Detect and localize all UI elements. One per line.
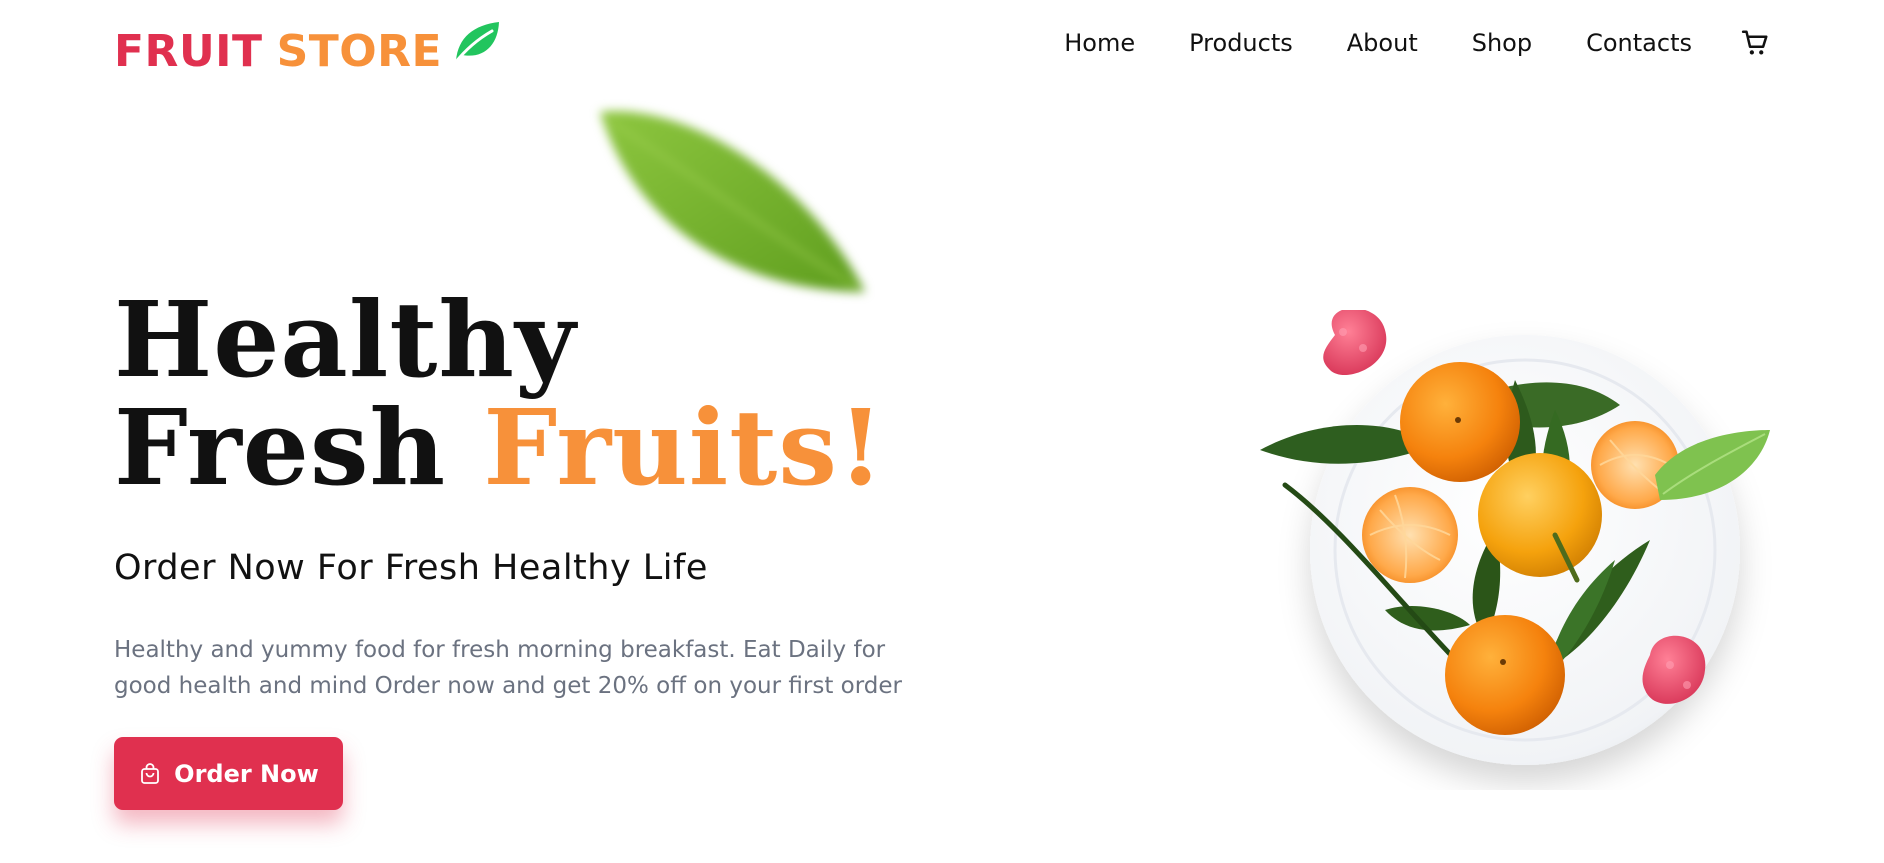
main-nav: Home Products About Shop Contacts bbox=[1064, 28, 1770, 58]
shopping-bag-icon bbox=[138, 762, 162, 786]
fruit-plate-image bbox=[1255, 308, 1805, 795]
hero-subtitle: Order Now For Fresh Healthy Life bbox=[114, 548, 708, 588]
order-now-label: Order Now bbox=[174, 759, 319, 788]
nav-contacts[interactable]: Contacts bbox=[1586, 29, 1692, 57]
order-now-button[interactable]: Order Now bbox=[114, 737, 343, 810]
nav-home[interactable]: Home bbox=[1064, 29, 1135, 57]
headline-word-fruits: Fruits! bbox=[483, 386, 885, 509]
blurred-leaf-image bbox=[580, 92, 880, 317]
brand-word-fruit: FRUIT bbox=[114, 26, 263, 77]
nav-about[interactable]: About bbox=[1347, 29, 1418, 57]
brand-logo[interactable]: FRUIT STORE bbox=[114, 22, 502, 77]
hero-description: Healthy and yummy food for fresh morning… bbox=[114, 637, 902, 699]
headline-line-healthy: Healthy bbox=[114, 278, 577, 401]
nav-shop[interactable]: Shop bbox=[1472, 29, 1532, 57]
headline-word-fresh: Fresh bbox=[114, 386, 447, 509]
hero-headline: Healthy Fresh Fruits! bbox=[114, 286, 885, 502]
page: FRUIT STORE Home Products About Shop Con… bbox=[0, 0, 1884, 863]
brand-word-store: STORE bbox=[276, 26, 443, 77]
cart-icon[interactable] bbox=[1740, 28, 1770, 58]
leaf-icon bbox=[452, 19, 502, 76]
nav-products[interactable]: Products bbox=[1189, 29, 1293, 57]
